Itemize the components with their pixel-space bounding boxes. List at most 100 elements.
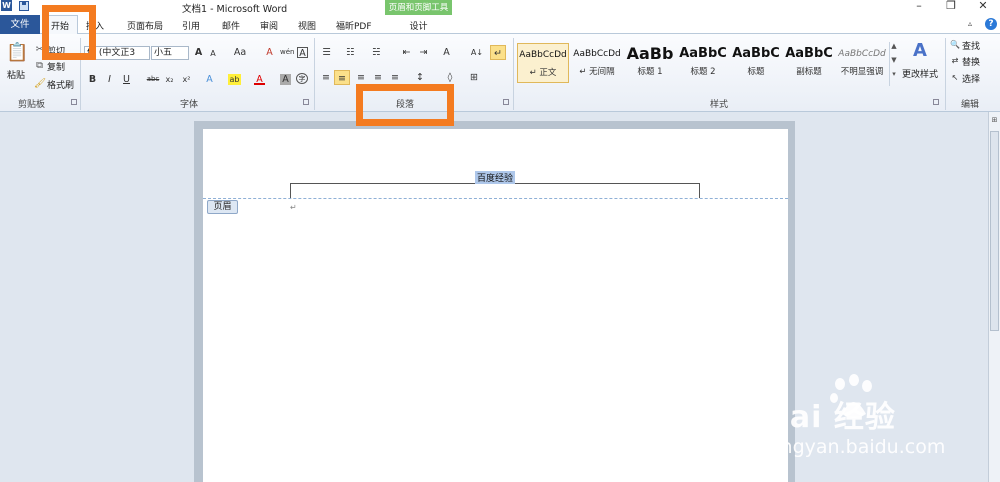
paste-button[interactable]: 粘贴 (7, 68, 25, 81)
help-icon[interactable]: ? (985, 18, 997, 30)
style-subtle-emphasis-label: 不明显强调 (840, 67, 884, 77)
style-heading-2-sample: AaBbC (679, 46, 727, 61)
chevron-down-icon[interactable]: ▼ (890, 56, 898, 70)
bullets-icon[interactable]: ☰ (320, 47, 333, 58)
group-divider (314, 38, 315, 110)
font-launcher-icon[interactable] (303, 99, 309, 105)
minimize-ribbon-icon[interactable]: ▵ (968, 19, 972, 28)
copy-button[interactable]: 复制 (47, 60, 65, 73)
chinese-layout-icon[interactable]: A (440, 47, 453, 58)
character-shading-icon[interactable]: A (280, 74, 291, 85)
save-icon[interactable] (19, 1, 29, 11)
highlight-paragraph-group (356, 84, 454, 126)
subscript-icon[interactable]: x₂ (164, 74, 175, 85)
style-normal-sample: AaBbCcDd (519, 50, 567, 60)
group-divider (945, 38, 946, 110)
style-no-spacing-sample: AaBbCcDd (573, 49, 621, 59)
highlight-color-icon[interactable]: ab (228, 74, 241, 85)
phonetic-guide-icon[interactable]: wén (280, 47, 294, 58)
style-no-spacing-label: ↵ 无间隔 (579, 67, 615, 77)
style-heading-1[interactable]: AaBb 标题 1 (624, 43, 676, 83)
style-subtle-emphasis-sample: AaBbCcDd (838, 49, 886, 59)
sort-icon[interactable]: A↓ (470, 47, 484, 58)
header-text[interactable]: 百度经验 (475, 171, 516, 184)
shrink-font-icon[interactable]: A (208, 48, 218, 59)
align-right-icon[interactable]: ≡ (355, 72, 367, 83)
center-align-icon[interactable]: ≡ (334, 70, 350, 85)
highlight-home-tab (42, 5, 96, 60)
baidu-watermark-url: jingyan.baidu.com (770, 436, 946, 458)
tab-review[interactable]: 审阅 (260, 19, 278, 32)
change-case-icon[interactable]: Aa (232, 47, 248, 58)
copy-icon[interactable]: ⧉ (34, 60, 45, 71)
enclose-characters-icon[interactable]: 字 (296, 73, 308, 84)
clipboard-launcher-icon[interactable] (71, 99, 77, 105)
strikethrough-icon[interactable]: abc (146, 74, 160, 85)
distributed-icon[interactable]: ≡ (389, 72, 401, 83)
replace-button[interactable]: 替换 (962, 55, 980, 68)
tab-mailings[interactable]: 邮件 (222, 19, 240, 32)
restore-button[interactable]: ❐ (940, 0, 962, 14)
styles-group-label: 样式 (710, 100, 729, 110)
word-app-icon[interactable]: W (1, 0, 12, 11)
underline-icon[interactable]: U (122, 74, 131, 85)
change-styles-button[interactable]: 更改样式 (902, 67, 938, 80)
align-left-icon[interactable]: ≡ (320, 72, 332, 83)
scrollbar-thumb[interactable] (990, 131, 999, 331)
replace-icon[interactable]: ⇄ (950, 55, 960, 66)
decrease-indent-icon[interactable]: ⇤ (400, 47, 413, 58)
line-spacing-icon[interactable]: ↕ (414, 72, 426, 83)
styles-launcher-icon[interactable] (933, 99, 939, 105)
paste-icon[interactable]: 📋 (6, 41, 28, 65)
shading-icon[interactable]: ◊ (444, 72, 456, 83)
tab-design[interactable]: 设计 (385, 19, 452, 32)
tab-foxit-pdf[interactable]: 福昕PDF (336, 19, 372, 32)
italic-icon[interactable]: I (105, 74, 114, 85)
chevron-up-icon[interactable]: ▲ (890, 42, 898, 56)
bold-icon[interactable]: B (88, 74, 97, 85)
find-icon[interactable]: 🔍 (950, 39, 960, 50)
numbering-icon[interactable]: ☷ (344, 47, 357, 58)
multilevel-list-icon[interactable]: ☵ (370, 47, 383, 58)
style-subtitle[interactable]: AaBbC 副标题 (783, 43, 835, 83)
justify-icon[interactable]: ≡ (372, 72, 384, 83)
character-border-icon[interactable]: A (297, 47, 308, 59)
change-styles-icon[interactable]: A (910, 40, 930, 62)
tab-file[interactable]: 文件 (0, 15, 40, 34)
format-painter-button[interactable]: 格式刷 (47, 78, 74, 91)
borders-icon[interactable]: ⊞ (468, 72, 480, 83)
header-tag: 页眉 (207, 200, 238, 214)
style-heading-2[interactable]: AaBbC 标题 2 (677, 43, 729, 83)
paragraph-mark: ↵ (290, 203, 297, 212)
close-button[interactable]: ✕ (972, 0, 994, 14)
clear-formatting-icon[interactable]: A (264, 47, 275, 58)
baidu-watermark-logo: Bai 经验 (766, 400, 896, 435)
find-button[interactable]: 查找 (962, 39, 980, 52)
header-boundary (203, 198, 788, 199)
increase-indent-icon[interactable]: ⇥ (417, 47, 430, 58)
superscript-icon[interactable]: x² (181, 74, 192, 85)
minimize-button[interactable]: – (908, 0, 930, 14)
styles-gallery-scroll[interactable]: ▲ ▼ ▾ (889, 42, 898, 86)
style-heading-1-sample: AaBb (626, 44, 674, 63)
style-title[interactable]: AaBbC 标题 (730, 43, 782, 83)
select-icon[interactable]: ↖ (950, 72, 960, 83)
more-styles-icon[interactable]: ▾ (890, 70, 898, 84)
style-normal-label: ↵ 正文 (529, 68, 557, 78)
tab-references[interactable]: 引用 (182, 19, 200, 32)
style-no-spacing[interactable]: AaBbCcDd ↵ 无间隔 (571, 43, 623, 83)
grow-font-icon[interactable]: A (193, 47, 204, 58)
window-title: 文档1 - Microsoft Word (182, 4, 288, 15)
font-color-icon[interactable]: A (254, 74, 265, 85)
font-size-combo[interactable]: 小五 (151, 46, 189, 60)
format-painter-icon[interactable]: 🖌 (34, 78, 46, 89)
style-subtle-emphasis[interactable]: AaBbCcDd 不明显强调 (836, 43, 888, 83)
ruler-toggle-icon[interactable]: ⊞ (990, 116, 999, 126)
style-normal[interactable]: AaBbCcDd ↵ 正文 (517, 43, 569, 83)
tab-view[interactable]: 视图 (298, 19, 316, 32)
text-effects-icon[interactable]: A (204, 74, 215, 85)
select-button[interactable]: 选择 (962, 72, 980, 85)
tab-page-layout[interactable]: 页面布局 (127, 19, 163, 32)
show-marks-icon[interactable]: ↵ (490, 45, 506, 60)
paragraph-launcher-icon[interactable] (503, 99, 509, 105)
